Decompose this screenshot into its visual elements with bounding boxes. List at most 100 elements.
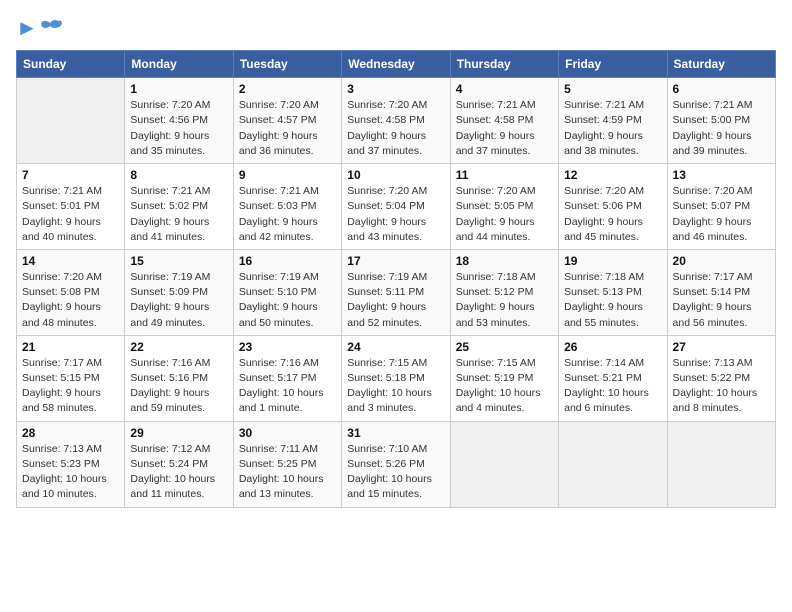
day-info: Sunrise: 7:20 AMSunset: 5:05 PMDaylight:… bbox=[456, 184, 553, 245]
day-info: Sunrise: 7:12 AMSunset: 5:24 PMDaylight:… bbox=[130, 442, 227, 503]
calendar-cell: 30 Sunrise: 7:11 AMSunset: 5:25 PMDayligh… bbox=[233, 421, 341, 507]
day-number: 9 bbox=[239, 168, 336, 182]
calendar-week-1: 1 Sunrise: 7:20 AMSunset: 4:56 PMDaylight… bbox=[17, 78, 776, 164]
day-number: 5 bbox=[564, 82, 661, 96]
calendar-cell: 19Sunrise: 7:18 AMSunset: 5:13 PMDayligh… bbox=[559, 249, 667, 335]
calendar-cell: 3Sunrise: 7:20 AMSunset: 4:58 PMDaylight… bbox=[342, 78, 450, 164]
day-number: 11 bbox=[456, 168, 553, 182]
day-info: Sunrise: 7:20 AMSunset: 5:08 PMDaylight:… bbox=[22, 270, 119, 331]
day-info: Sunrise: 7:18 AMSunset: 5:13 PMDaylight:… bbox=[564, 270, 661, 331]
day-info: Sunrise: 7:20 AMSunset: 4:58 PMDaylight:… bbox=[347, 98, 444, 159]
calendar-cell: 17Sunrise: 7:19 AMSunset: 5:11 PMDayligh… bbox=[342, 249, 450, 335]
calendar-cell: 27 Sunrise: 7:13 AMSunset: 5:22 PMDayligh… bbox=[667, 335, 775, 421]
day-number: 6 bbox=[673, 82, 770, 96]
day-info: Sunrise: 7:13 AMSunset: 5:22 PMDaylight:… bbox=[673, 356, 770, 417]
day-header-tuesday: Tuesday bbox=[233, 51, 341, 78]
calendar-cell: 15Sunrise: 7:19 AMSunset: 5:09 PMDayligh… bbox=[125, 249, 233, 335]
calendar-week-2: 7 Sunrise: 7:21 AMSunset: 5:01 PMDaylight… bbox=[17, 164, 776, 250]
calendar-body: 1 Sunrise: 7:20 AMSunset: 4:56 PMDaylight… bbox=[17, 78, 776, 507]
day-number: 8 bbox=[130, 168, 227, 182]
calendar-cell bbox=[450, 421, 558, 507]
day-number: 27 bbox=[673, 340, 770, 354]
day-number: 21 bbox=[22, 340, 119, 354]
day-info: Sunrise: 7:20 AMSunset: 4:56 PMDaylight:… bbox=[130, 98, 227, 159]
day-info: Sunrise: 7:16 AMSunset: 5:17 PMDaylight:… bbox=[239, 356, 336, 417]
day-header-friday: Friday bbox=[559, 51, 667, 78]
day-info: Sunrise: 7:18 AMSunset: 5:12 PMDaylight:… bbox=[456, 270, 553, 331]
page-header: ► bbox=[16, 16, 776, 40]
day-number: 30 bbox=[239, 426, 336, 440]
day-info: Sunrise: 7:11 AMSunset: 5:25 PMDaylight:… bbox=[239, 442, 336, 503]
calendar-cell: 2 Sunrise: 7:20 AMSunset: 4:57 PMDaylight… bbox=[233, 78, 341, 164]
calendar-cell: 7 Sunrise: 7:21 AMSunset: 5:01 PMDaylight… bbox=[17, 164, 125, 250]
calendar-cell: 29 Sunrise: 7:12 AMSunset: 5:24 PMDayligh… bbox=[125, 421, 233, 507]
calendar-header: SundayMondayTuesdayWednesdayThursdayFrid… bbox=[17, 51, 776, 78]
calendar-cell: 31Sunrise: 7:10 AMSunset: 5:26 PMDayligh… bbox=[342, 421, 450, 507]
day-number: 25 bbox=[456, 340, 553, 354]
calendar-cell: 8 Sunrise: 7:21 AMSunset: 5:02 PMDaylight… bbox=[125, 164, 233, 250]
logo: ► bbox=[16, 16, 62, 40]
calendar-cell: 25 Sunrise: 7:15 AMSunset: 5:19 PMDayligh… bbox=[450, 335, 558, 421]
calendar-cell: 20Sunrise: 7:17 AMSunset: 5:14 PMDayligh… bbox=[667, 249, 775, 335]
calendar-cell: 16 Sunrise: 7:19 AMSunset: 5:10 PMDayligh… bbox=[233, 249, 341, 335]
day-number: 29 bbox=[130, 426, 227, 440]
calendar-cell: 12Sunrise: 7:20 AMSunset: 5:06 PMDayligh… bbox=[559, 164, 667, 250]
calendar-cell bbox=[667, 421, 775, 507]
day-info: Sunrise: 7:21 AMSunset: 5:02 PMDaylight:… bbox=[130, 184, 227, 245]
day-info: Sunrise: 7:21 AMSunset: 4:59 PMDaylight:… bbox=[564, 98, 661, 159]
day-number: 2 bbox=[239, 82, 336, 96]
day-number: 7 bbox=[22, 168, 119, 182]
calendar-cell bbox=[559, 421, 667, 507]
day-info: Sunrise: 7:15 AMSunset: 5:18 PMDaylight:… bbox=[347, 356, 444, 417]
day-info: Sunrise: 7:17 AMSunset: 5:15 PMDaylight:… bbox=[22, 356, 119, 417]
day-number: 18 bbox=[456, 254, 553, 268]
day-header-sunday: Sunday bbox=[17, 51, 125, 78]
header-row: SundayMondayTuesdayWednesdayThursdayFrid… bbox=[17, 51, 776, 78]
day-number: 23 bbox=[239, 340, 336, 354]
calendar-cell: 14 Sunrise: 7:20 AMSunset: 5:08 PMDayligh… bbox=[17, 249, 125, 335]
calendar-cell: 21 Sunrise: 7:17 AMSunset: 5:15 PMDayligh… bbox=[17, 335, 125, 421]
day-info: Sunrise: 7:16 AMSunset: 5:16 PMDaylight:… bbox=[130, 356, 227, 417]
calendar-week-4: 21 Sunrise: 7:17 AMSunset: 5:15 PMDayligh… bbox=[17, 335, 776, 421]
day-number: 28 bbox=[22, 426, 119, 440]
day-number: 26 bbox=[564, 340, 661, 354]
day-info: Sunrise: 7:20 AMSunset: 5:04 PMDaylight:… bbox=[347, 184, 444, 245]
day-header-saturday: Saturday bbox=[667, 51, 775, 78]
day-info: Sunrise: 7:19 AMSunset: 5:10 PMDaylight:… bbox=[239, 270, 336, 331]
calendar-cell: 1 Sunrise: 7:20 AMSunset: 4:56 PMDaylight… bbox=[125, 78, 233, 164]
calendar-table: SundayMondayTuesdayWednesdayThursdayFrid… bbox=[16, 50, 776, 507]
calendar-cell: 10 Sunrise: 7:20 AMSunset: 5:04 PMDayligh… bbox=[342, 164, 450, 250]
day-number: 24 bbox=[347, 340, 444, 354]
day-number: 4 bbox=[456, 82, 553, 96]
calendar-cell: 22 Sunrise: 7:16 AMSunset: 5:16 PMDayligh… bbox=[125, 335, 233, 421]
calendar-week-5: 28 Sunrise: 7:13 AMSunset: 5:23 PMDayligh… bbox=[17, 421, 776, 507]
day-number: 22 bbox=[130, 340, 227, 354]
day-info: Sunrise: 7:15 AMSunset: 5:19 PMDaylight:… bbox=[456, 356, 553, 417]
day-number: 14 bbox=[22, 254, 119, 268]
day-info: Sunrise: 7:21 AMSunset: 5:03 PMDaylight:… bbox=[239, 184, 336, 245]
day-info: Sunrise: 7:21 AMSunset: 5:01 PMDaylight:… bbox=[22, 184, 119, 245]
day-number: 16 bbox=[239, 254, 336, 268]
logo-text: ► bbox=[16, 16, 38, 40]
calendar-cell: 4Sunrise: 7:21 AMSunset: 4:58 PMDaylight… bbox=[450, 78, 558, 164]
day-number: 15 bbox=[130, 254, 227, 268]
calendar-cell: 13Sunrise: 7:20 AMSunset: 5:07 PMDayligh… bbox=[667, 164, 775, 250]
day-info: Sunrise: 7:14 AMSunset: 5:21 PMDaylight:… bbox=[564, 356, 661, 417]
day-number: 12 bbox=[564, 168, 661, 182]
calendar-cell: 18 Sunrise: 7:18 AMSunset: 5:12 PMDayligh… bbox=[450, 249, 558, 335]
day-info: Sunrise: 7:20 AMSunset: 4:57 PMDaylight:… bbox=[239, 98, 336, 159]
logo-bird-icon bbox=[40, 19, 62, 37]
calendar-cell: 9 Sunrise: 7:21 AMSunset: 5:03 PMDaylight… bbox=[233, 164, 341, 250]
day-header-wednesday: Wednesday bbox=[342, 51, 450, 78]
calendar-cell: 11 Sunrise: 7:20 AMSunset: 5:05 PMDayligh… bbox=[450, 164, 558, 250]
calendar-cell: 28 Sunrise: 7:13 AMSunset: 5:23 PMDayligh… bbox=[17, 421, 125, 507]
calendar-cell: 6Sunrise: 7:21 AMSunset: 5:00 PMDaylight… bbox=[667, 78, 775, 164]
day-header-thursday: Thursday bbox=[450, 51, 558, 78]
day-number: 1 bbox=[130, 82, 227, 96]
calendar-cell: 24 Sunrise: 7:15 AMSunset: 5:18 PMDayligh… bbox=[342, 335, 450, 421]
day-number: 10 bbox=[347, 168, 444, 182]
day-info: Sunrise: 7:13 AMSunset: 5:23 PMDaylight:… bbox=[22, 442, 119, 503]
calendar-cell: 26 Sunrise: 7:14 AMSunset: 5:21 PMDayligh… bbox=[559, 335, 667, 421]
day-info: Sunrise: 7:20 AMSunset: 5:07 PMDaylight:… bbox=[673, 184, 770, 245]
calendar-cell: 23 Sunrise: 7:16 AMSunset: 5:17 PMDayligh… bbox=[233, 335, 341, 421]
